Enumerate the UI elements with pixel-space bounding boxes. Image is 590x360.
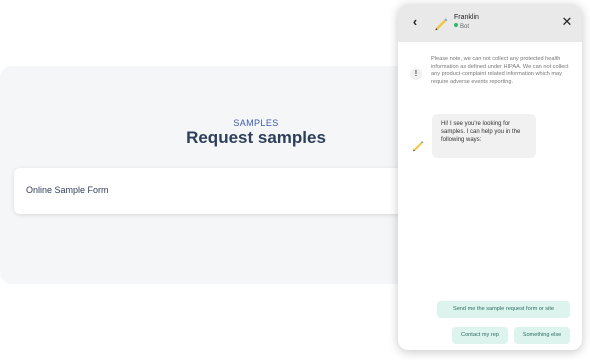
bot-message-text: Hi! I see you're looking for samples. I … xyxy=(441,121,521,144)
back-icon[interactable]: ‹ xyxy=(407,14,423,30)
chat-widget: ‹ Franklin Bot ✕ ! Please note, we can n… xyxy=(398,4,582,350)
online-sample-form-card[interactable]: Online Sample Form xyxy=(14,168,414,214)
close-icon[interactable]: ✕ xyxy=(560,14,574,30)
chat-header: ‹ Franklin Bot ✕ xyxy=(398,4,582,42)
bot-avatar-pencil-icon xyxy=(413,140,424,152)
bot-message-bubble: Hi! I see you're looking for samples. I … xyxy=(432,114,536,158)
online-status-dot xyxy=(454,23,458,27)
form-card-label: Online Sample Form xyxy=(26,185,109,195)
quick-reply-send-form[interactable]: Send me the sample request form or site xyxy=(437,301,570,318)
bot-name: Franklin xyxy=(454,14,479,21)
privacy-notice: Please note, we can not collect any prot… xyxy=(431,56,569,85)
quick-reply-something-else[interactable]: Something else xyxy=(514,327,570,344)
bot-status: Bot xyxy=(454,23,469,30)
bot-status-label: Bot xyxy=(460,24,470,30)
exclamation-icon: ! xyxy=(410,68,422,80)
quick-reply-contact-rep[interactable]: Contact my rep xyxy=(452,327,508,344)
pencil-icon xyxy=(435,18,448,31)
